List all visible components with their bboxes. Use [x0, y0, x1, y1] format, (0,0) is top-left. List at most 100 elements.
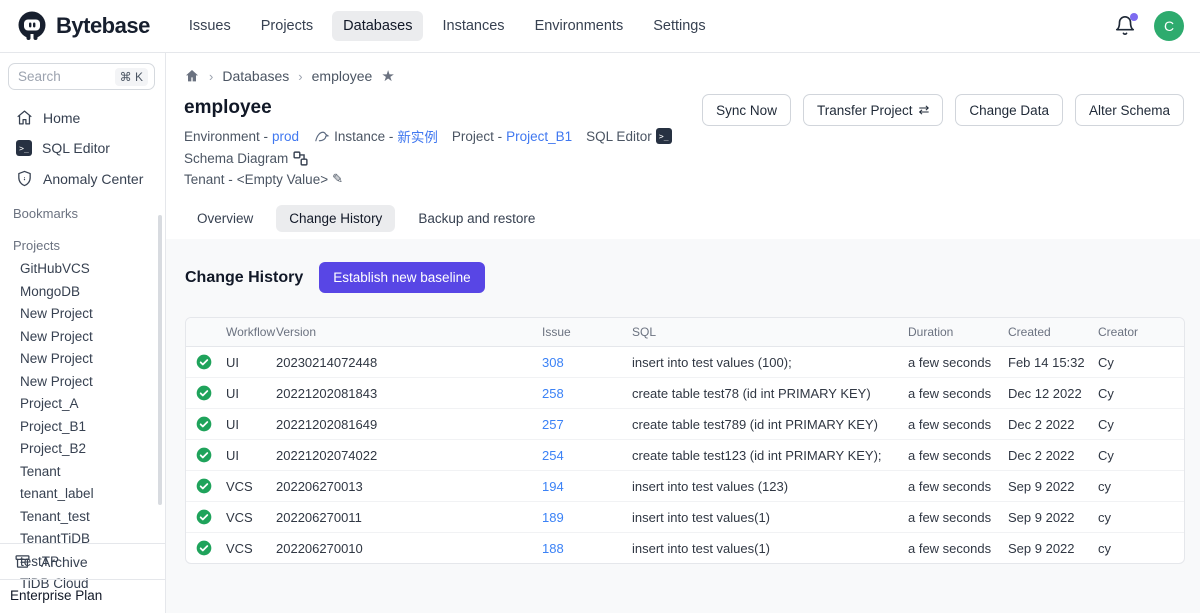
sidebar-item-anomaly-center[interactable]: Anomaly Center	[0, 163, 165, 194]
nav-item-databases[interactable]: Databases	[332, 11, 423, 41]
favorite-star-icon[interactable]: ★	[381, 67, 394, 85]
sidebar-item-label: Home	[43, 110, 80, 126]
sql-cell: insert into test values (100);	[628, 348, 904, 377]
edit-tenant-pencil-icon[interactable]: ✎	[332, 171, 343, 187]
sidebar-item-home[interactable]: Home	[0, 102, 165, 133]
column-header-duration: Duration	[904, 318, 1004, 346]
notification-bell-button[interactable]	[1114, 15, 1136, 37]
nav-item-environments[interactable]: Environments	[524, 11, 635, 41]
sidebar-project-item[interactable]: tenant_label	[0, 483, 165, 506]
project-link[interactable]: Project_B1	[506, 129, 572, 144]
creator-cell: cy	[1094, 503, 1184, 532]
issue-link[interactable]: 258	[542, 386, 564, 401]
success-check-icon	[196, 354, 212, 370]
nav-item-projects[interactable]: Projects	[250, 11, 324, 41]
success-check-icon	[196, 478, 212, 494]
topnav-right: C	[1114, 11, 1184, 41]
issue-link[interactable]: 254	[542, 448, 564, 463]
sidebar-project-item[interactable]: Tenant_test	[0, 506, 165, 529]
column-header-version: Version	[272, 318, 538, 346]
duration-cell: a few seconds	[904, 348, 1004, 377]
breadcrumb-separator: ›	[298, 69, 302, 84]
sidebar-project-item[interactable]: Project_A	[0, 393, 165, 416]
search-input[interactable]	[18, 69, 98, 84]
issue-link[interactable]: 308	[542, 355, 564, 370]
change-history-row[interactable]: UI20221202081843258create table test78 (…	[186, 378, 1184, 409]
breadcrumb-home-icon[interactable]	[184, 68, 200, 84]
sidebar-project-item[interactable]: New Project	[0, 371, 165, 394]
created-cell: Sep 9 2022	[1004, 472, 1094, 501]
change-history-row[interactable]: VCS202206270011189insert into test value…	[186, 502, 1184, 533]
duration-cell: a few seconds	[904, 472, 1004, 501]
sidebar-project-item[interactable]: New Project	[0, 348, 165, 371]
alter-schema-button[interactable]: Alter Schema	[1075, 94, 1184, 126]
instance-link[interactable]: 新实例	[397, 126, 438, 146]
success-check-icon	[196, 509, 212, 525]
column-header-created: Created	[1004, 318, 1094, 346]
column-header-sql: SQL	[628, 318, 904, 346]
sidebar-project-item[interactable]: GitHubVCS	[0, 258, 165, 281]
environment-link[interactable]: prod	[272, 129, 299, 144]
bytebase-logo-icon	[16, 10, 48, 42]
schema-diagram-label: Schema Diagram	[184, 151, 288, 166]
nav-item-issues[interactable]: Issues	[178, 11, 242, 41]
breadcrumb-databases[interactable]: Databases	[222, 68, 289, 84]
user-avatar[interactable]: C	[1154, 11, 1184, 41]
workflow-cell: VCS	[222, 503, 272, 532]
sidebar-project-item[interactable]: Tenant	[0, 461, 165, 484]
table-header-row: WorkflowVersionIssueSQLDurationCreatedCr…	[186, 318, 1184, 347]
nav-item-settings[interactable]: Settings	[642, 11, 716, 41]
issue-link[interactable]: 189	[542, 510, 564, 525]
tenant-value: <Empty Value>	[237, 172, 328, 187]
change-data-button[interactable]: Change Data	[955, 94, 1063, 126]
search-box[interactable]: ⌘ K	[8, 63, 155, 90]
sidebar-item-label: Archive	[41, 554, 88, 570]
created-cell: Feb 14 15:32	[1004, 348, 1094, 377]
sql-editor-shortcut[interactable]: SQL Editor >_	[586, 128, 672, 144]
transfer-project-button[interactable]: Transfer Project⇄	[803, 94, 943, 126]
change-history-row[interactable]: VCS202206270010188insert into test value…	[186, 533, 1184, 563]
duration-cell: a few seconds	[904, 379, 1004, 408]
change-history-row[interactable]: UI20230214072448308insert into test valu…	[186, 347, 1184, 378]
status-cell	[186, 378, 222, 408]
workflow-cell: UI	[222, 410, 272, 439]
sidebar-project-item[interactable]: Project_B2	[0, 438, 165, 461]
created-cell: Dec 2 2022	[1004, 410, 1094, 439]
change-history-row[interactable]: UI20221202074022254create table test123 …	[186, 440, 1184, 471]
sql-cell: create table test123 (id int PRIMARY KEY…	[628, 441, 904, 470]
tab-change-history[interactable]: Change History	[276, 205, 395, 232]
sidebar-project-item[interactable]: MongoDB	[0, 281, 165, 304]
sidebar-bottom: Archive Enterprise Plan	[0, 543, 165, 613]
breadcrumb-employee[interactable]: employee	[312, 68, 373, 84]
workflow-cell: UI	[222, 379, 272, 408]
issue-link[interactable]: 194	[542, 479, 564, 494]
button-label: Alter Schema	[1089, 103, 1170, 118]
tenant-label: Tenant -	[184, 172, 233, 187]
sidebar-project-item[interactable]: Project_B1	[0, 416, 165, 439]
sidebar-scrollbar[interactable]	[158, 215, 162, 505]
issue-link[interactable]: 188	[542, 541, 564, 556]
sidebar-item-sql-editor[interactable]: >_ SQL Editor	[0, 133, 165, 163]
sql-cell: create table test78 (id int PRIMARY KEY)	[628, 379, 904, 408]
change-history-row[interactable]: UI20221202081649257create table test789 …	[186, 409, 1184, 440]
transfer-arrows-icon: ⇄	[918, 102, 929, 118]
sql-editor-label: SQL Editor	[586, 129, 652, 144]
issue-cell: 194	[538, 472, 628, 501]
sync-now-button[interactable]: Sync Now	[702, 94, 791, 126]
sidebar-item-archive[interactable]: Archive	[0, 544, 165, 579]
button-label: Change Data	[969, 103, 1049, 118]
sidebar-project-item[interactable]: New Project	[0, 303, 165, 326]
version-cell: 202206270011	[272, 503, 538, 532]
column-header-status	[186, 325, 222, 339]
sidebar-project-item[interactable]: New Project	[0, 326, 165, 349]
issue-link[interactable]: 257	[542, 417, 564, 432]
tab-overview[interactable]: Overview	[184, 205, 266, 232]
bytebase-logo[interactable]: Bytebase	[16, 10, 150, 42]
created-cell: Sep 9 2022	[1004, 534, 1094, 563]
nav-item-instances[interactable]: Instances	[431, 11, 515, 41]
establish-baseline-button[interactable]: Establish new baseline	[319, 262, 484, 293]
tab-backup-and-restore[interactable]: Backup and restore	[405, 205, 548, 232]
change-history-row[interactable]: VCS202206270013194insert into test value…	[186, 471, 1184, 502]
main-content: › Databases › employee ★ employee Enviro…	[166, 53, 1200, 613]
schema-diagram-shortcut[interactable]: Schema Diagram	[184, 150, 309, 167]
